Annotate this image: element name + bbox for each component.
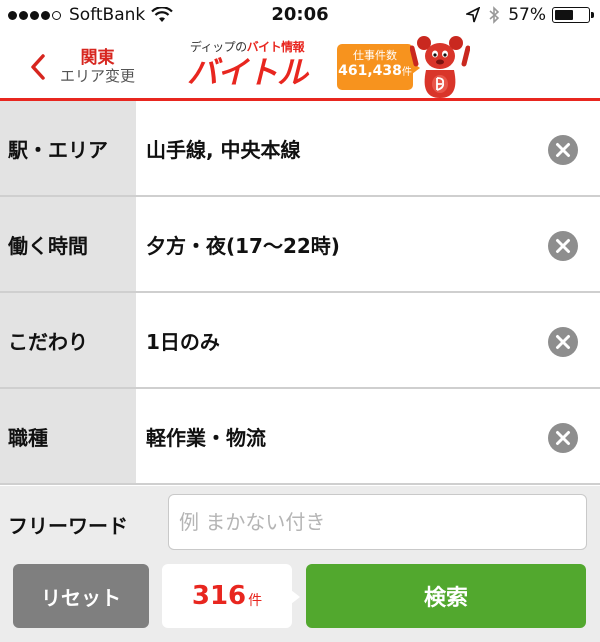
clear-area-button[interactable] xyxy=(548,135,578,165)
mascot-icon xyxy=(410,36,470,98)
filter-row-area[interactable]: 駅・エリア 山手線, 中央本線 xyxy=(0,101,600,197)
area-change-label: エリア変更 xyxy=(60,67,136,86)
clear-icon xyxy=(556,335,570,349)
clear-time-button[interactable] xyxy=(548,231,578,261)
area-change-button[interactable]: 関東 エリア変更 xyxy=(28,42,158,92)
action-bar: リセット 316 件 検索 xyxy=(0,558,600,642)
bluetooth-icon xyxy=(489,6,500,24)
clear-icon xyxy=(556,239,570,253)
reset-button[interactable]: リセット xyxy=(13,564,149,628)
filter-row-time[interactable]: 働く時間 夕方・夜(17〜22時) xyxy=(0,197,600,293)
filter-value: 軽作業・物流 xyxy=(146,425,266,450)
app-header: 関東 エリア変更 ディップのバイト情報 バイトル 仕事件数 461,438件 xyxy=(0,32,600,101)
filter-value: 1日のみ xyxy=(146,329,220,354)
freeword-input[interactable] xyxy=(168,494,587,550)
jobs-count-label: 仕事件数 xyxy=(353,49,397,62)
clear-icon xyxy=(556,431,570,445)
current-region: 関東 xyxy=(80,47,115,68)
jobs-count-value: 461,438 xyxy=(338,63,402,79)
filter-value: 夕方・夜(17〜22時) xyxy=(146,233,340,258)
clear-preference-button[interactable] xyxy=(548,327,578,357)
result-count-unit: 件 xyxy=(248,593,263,609)
logo-tagline-accent: バイト情報 xyxy=(246,40,305,54)
filter-label: 職種 xyxy=(0,389,136,483)
freeword-section: フリーワード xyxy=(0,486,600,558)
filter-label: こだわり xyxy=(0,293,136,387)
clear-job-type-button[interactable] xyxy=(548,423,578,453)
chevron-left-icon xyxy=(31,54,45,80)
baitoru-logo: ディップのバイト情報 バイトル xyxy=(182,38,312,96)
battery-percent: 57% xyxy=(508,5,546,25)
filter-row-job-type[interactable]: 職種 軽作業・物流 xyxy=(0,389,600,485)
search-filters: 駅・エリア 山手線, 中央本線 働く時間 夕方・夜(17〜22時) こだわり 1… xyxy=(0,101,600,485)
freeword-label: フリーワード xyxy=(8,514,128,538)
location-arrow-icon xyxy=(466,7,481,23)
filter-value: 山手線, 中央本線 xyxy=(146,137,301,162)
logo-name: バイトル xyxy=(187,55,308,91)
filter-row-preference[interactable]: こだわり 1日のみ xyxy=(0,293,600,389)
filter-label: 働く時間 xyxy=(0,197,136,291)
logo-tagline-prefix: ディップの xyxy=(189,40,247,54)
result-count: 316 件 xyxy=(162,564,300,628)
result-count-value: 316 xyxy=(191,581,247,611)
search-button[interactable]: 検索 xyxy=(306,564,586,628)
clear-icon xyxy=(556,143,570,157)
filter-label: 駅・エリア xyxy=(0,101,136,195)
status-bar: SoftBank 20:06 57% xyxy=(0,0,600,32)
battery-icon xyxy=(552,7,594,23)
status-right: 57% xyxy=(466,5,594,25)
jobs-count-badge: 仕事件数 461,438件 xyxy=(337,44,420,90)
